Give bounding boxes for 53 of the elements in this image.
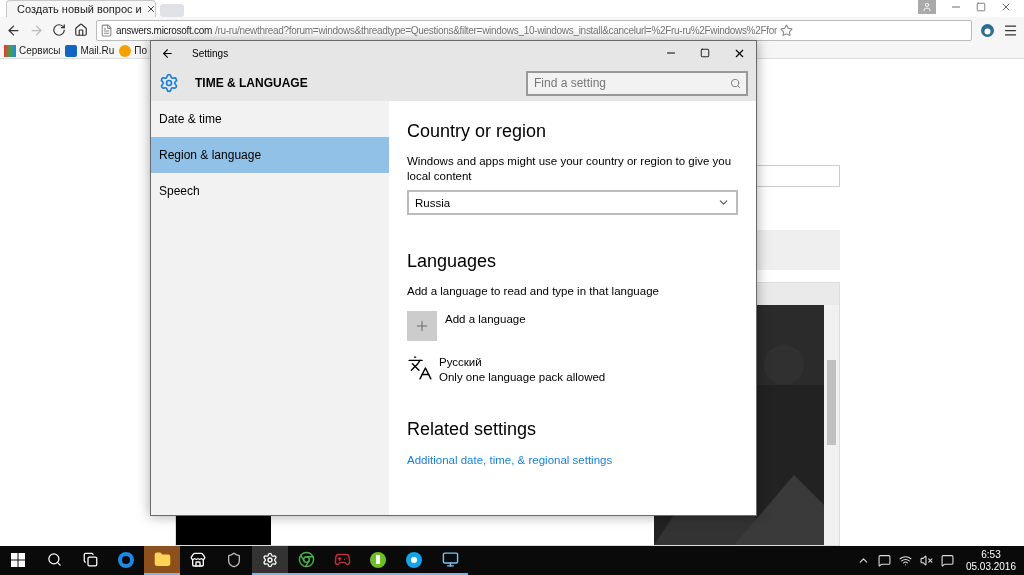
monitor-icon[interactable]: [441, 551, 459, 569]
settings-link[interactable]: Additional date, time, & regional settings: [407, 454, 613, 466]
close-icon[interactable]: [145, 4, 155, 15]
language-note: Only one language pack allowed: [439, 370, 606, 385]
plus-icon: [414, 318, 430, 334]
chrome-icon[interactable]: [297, 551, 315, 569]
maximize-icon: [700, 48, 710, 58]
bookmark-link[interactable]: Сервисы: [19, 45, 61, 57]
bookmark-link[interactable]: Mail.Ru: [80, 45, 115, 57]
store-icon[interactable]: [190, 551, 206, 568]
close-icon[interactable]: [1000, 1, 1012, 13]
browser-icon[interactable]: [117, 550, 135, 569]
back-icon[interactable]: [6, 22, 21, 38]
description-text: Add a language to read and type in that language: [407, 284, 660, 299]
country-dropdown[interactable]: Russia: [407, 190, 738, 215]
description-text: Windows and apps might use your country or region to give you local content: [407, 154, 733, 184]
scrollbar[interactable]: [824, 305, 839, 546]
nav-item[interactable]: Date & time: [151, 101, 389, 137]
restore-icon[interactable]: [976, 2, 986, 12]
search-field[interactable]: Find a setting: [526, 70, 748, 96]
nav-item[interactable]: Region & language: [151, 137, 389, 173]
clock[interactable]: 6:53 05.03.2016: [965, 548, 1016, 573]
section-heading: Related settings: [407, 419, 537, 440]
language-name[interactable]: Русский: [439, 355, 606, 370]
notification-icon[interactable]: [940, 554, 954, 568]
folder-icon[interactable]: [153, 551, 171, 569]
reload-icon[interactable]: [52, 23, 66, 38]
shield-icon[interactable]: [226, 551, 242, 568]
home-icon[interactable]: [74, 23, 88, 38]
task-view-icon[interactable]: [82, 552, 98, 568]
settings-icon[interactable]: [262, 551, 278, 568]
window-title: Settings: [192, 47, 230, 59]
wifi-icon[interactable]: [898, 554, 912, 568]
address-field[interactable]: answers.microsoft.com /ru-ru/newthread?forum=windows&threadtype=Questions&filter=windows_10-windows_install&cancelurl=%2Fru-ru%2Fwindows%2Ffor: [96, 19, 972, 41]
section-heading: Country or region: [407, 121, 547, 142]
section-heading: Languages: [407, 251, 497, 272]
star-icon[interactable]: [780, 23, 794, 37]
nav-item[interactable]: Speech: [151, 173, 389, 209]
taskbar-button[interactable]: [252, 546, 288, 575]
extension-icon[interactable]: [980, 22, 995, 38]
section-title: TIME & LANGUAGE: [195, 76, 309, 90]
page-icon: [100, 23, 113, 37]
apps-icon: [4, 44, 16, 57]
add-language-label[interactable]: Add a language: [445, 313, 526, 341]
mute-icon[interactable]: [919, 554, 933, 568]
bookmark-link[interactable]: По: [134, 45, 148, 57]
windows-logo-icon[interactable]: [11, 552, 25, 567]
user-icon: [922, 2, 932, 12]
settings-icon: [159, 73, 179, 93]
back-icon[interactable]: [161, 46, 174, 60]
language-icon: [407, 355, 433, 381]
menu-icon[interactable]: [1003, 22, 1018, 38]
browser-tab[interactable]: Создать новый вопрос и: [6, 0, 156, 18]
